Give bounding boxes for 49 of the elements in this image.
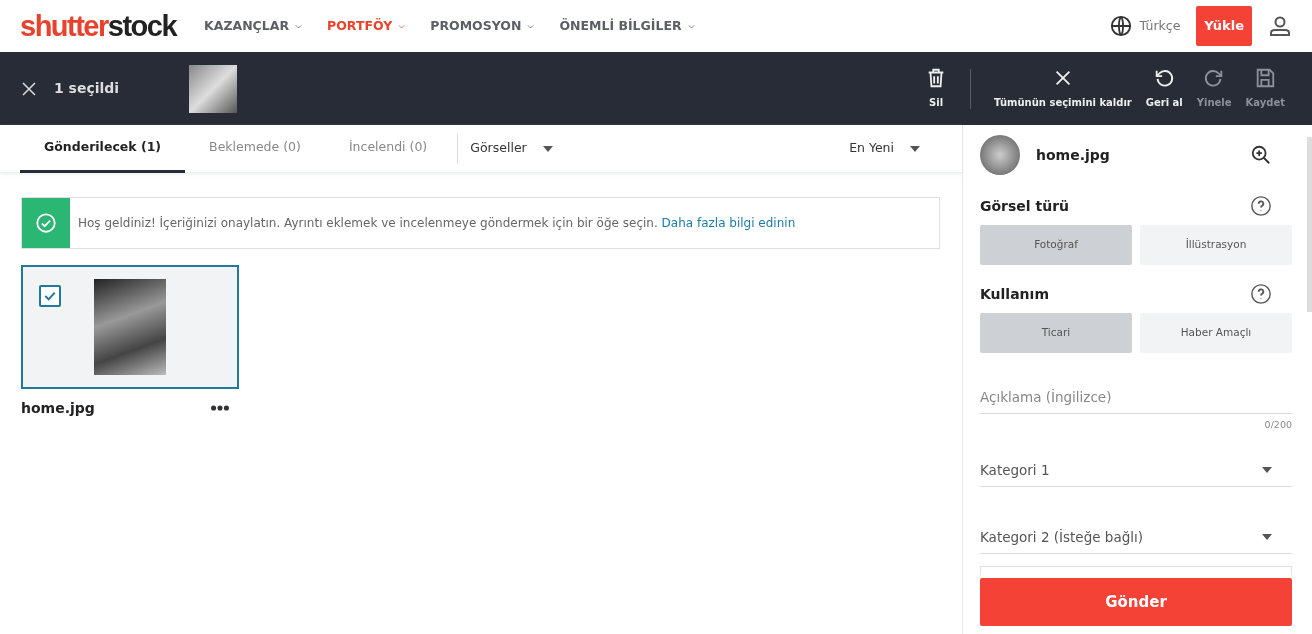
sort-dropdown[interactable]: En Yeni xyxy=(843,138,926,159)
caret-icon xyxy=(1262,534,1272,541)
nav-link[interactable]: KAZANÇLAR xyxy=(204,16,304,36)
section-title: Kullanım xyxy=(980,284,1049,304)
undo-button[interactable]: Geri al xyxy=(1138,67,1190,110)
selection-count: 1 seçildi xyxy=(54,79,120,98)
option-toggle[interactable]: Fotoğraf xyxy=(980,225,1132,265)
character-counter: 0/200 xyxy=(1264,419,1292,431)
photo-placeholder xyxy=(980,135,1020,175)
option-toggle[interactable]: Ticari xyxy=(980,313,1132,353)
check-circle-icon xyxy=(35,212,57,234)
nav-link[interactable]: PORTFÖY xyxy=(327,16,407,36)
globe-icon[interactable] xyxy=(1109,15,1132,37)
tab[interactable]: İncelendi (0) xyxy=(324,124,452,173)
nav-link[interactable]: ÖNEMLİ BİLGİLER xyxy=(559,16,696,36)
tab[interactable]: Gönderilecek (1) xyxy=(20,124,186,173)
logo[interactable]: shutterstock xyxy=(20,11,177,41)
undo-icon xyxy=(1153,67,1176,89)
user-icon[interactable] xyxy=(1268,14,1292,38)
option-toggle[interactable]: İllüstrasyon xyxy=(1140,225,1292,265)
zoom-in-icon[interactable] xyxy=(1250,144,1272,166)
tab[interactable]: Beklemede (0) xyxy=(185,124,325,173)
caret-icon xyxy=(542,145,553,152)
alert-message: Hoş geldiniz! İçeriğinizi onaylatın. Ayrıntı eklemek ve incelenmeye göndermek için bir öğe seçin. Daha fazla bilgi edinin xyxy=(78,215,796,232)
caret-icon xyxy=(1262,466,1272,473)
language-selector[interactable]: Türkçe xyxy=(1139,16,1181,36)
checkbox[interactable] xyxy=(39,285,61,307)
photo-placeholder xyxy=(189,64,238,113)
nav-link[interactable]: PROMOSYON xyxy=(430,16,536,36)
close-icon[interactable] xyxy=(20,79,38,98)
help-icon[interactable] xyxy=(1250,195,1272,217)
section-title: Görsel türü xyxy=(980,196,1070,216)
close-button[interactable]: Tümünün seçimini kaldır xyxy=(987,67,1139,110)
submit-button[interactable]: Gönder xyxy=(980,578,1292,626)
category-dropdown[interactable]: Kategori 1 xyxy=(980,453,1292,487)
upload-button[interactable]: Yükle xyxy=(1196,6,1252,46)
category-dropdown[interactable]: Kategori 2 (İsteğe bağlı) xyxy=(980,521,1292,555)
save-icon xyxy=(1254,67,1277,89)
file-name: home.jpg xyxy=(21,398,95,418)
help-icon[interactable] xyxy=(1250,283,1272,305)
media-card[interactable] xyxy=(21,265,239,389)
option-toggle[interactable]: Haber Amaçlı xyxy=(1140,313,1292,353)
learn-more-link[interactable]: Daha fazla bilgi edinin xyxy=(661,216,796,230)
type-filter-dropdown[interactable]: Görseller xyxy=(464,138,559,159)
scrollbar[interactable] xyxy=(1307,137,1312,312)
text-field[interactable] xyxy=(980,566,1292,576)
caret-icon xyxy=(910,145,920,152)
file-name: home.jpg xyxy=(1036,145,1111,165)
trash-button[interactable]: Sil xyxy=(918,67,955,110)
